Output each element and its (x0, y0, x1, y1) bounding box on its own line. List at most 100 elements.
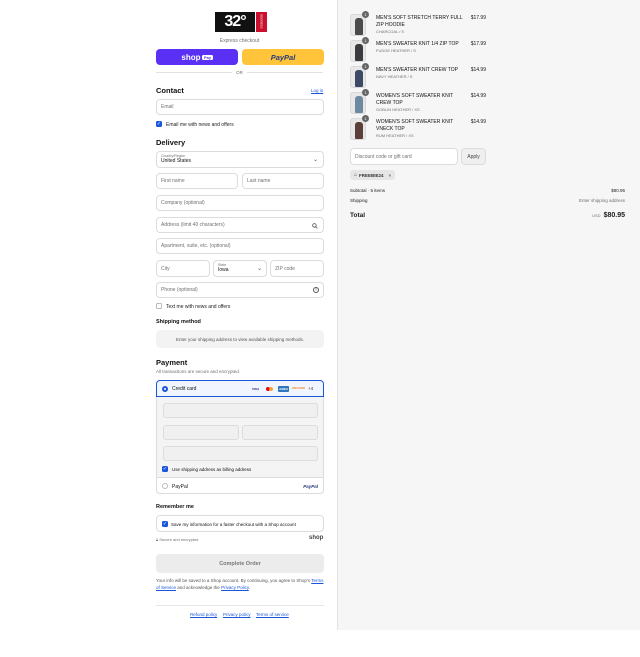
zip-placeholder: ZIP code (275, 265, 295, 272)
discount-code-field[interactable]: Discount code or gift card (350, 148, 458, 165)
shipping-method-info: Enter your shipping address to view avai… (156, 330, 324, 348)
product-name: WOMEN'S SOFT SWEATER KNIT CREW TOP (376, 93, 454, 106)
quantity-badge: 1 (362, 37, 369, 44)
apartment-field[interactable]: Apartment, suite, etc. (optional) (156, 238, 324, 254)
paypal-option-label: PayPal (172, 484, 188, 490)
or-label: OR (236, 70, 243, 75)
company-field[interactable]: Company (optional) (156, 195, 324, 211)
product-variant: GOBLIN HEATHER / XS (376, 107, 420, 112)
delivery-heading: Delivery (156, 138, 186, 147)
card-form-area: ✓ Use shipping address as billing addres… (156, 397, 324, 477)
subtotal-value: $80.95 (611, 188, 625, 193)
close-icon[interactable]: × (389, 173, 392, 178)
privacy-policy-link[interactable]: Privacy Policy (221, 585, 249, 590)
credit-card-radio[interactable] (162, 386, 168, 392)
apartment-placeholder: Apartment, suite, etc. (optional) (161, 243, 231, 249)
refund-policy-link[interactable]: Refund policy (190, 612, 217, 617)
product-price: $14.99 (470, 93, 486, 99)
footer-privacy-policy-link[interactable]: Privacy policy (223, 612, 251, 617)
total-amount: USD $80.95 (592, 212, 625, 219)
footer-divider (156, 605, 324, 606)
amex-icon: AMEX (278, 386, 289, 392)
express-checkout-label: Express checkout (219, 38, 260, 44)
payment-heading: Payment (156, 358, 188, 367)
product-variant: CHARCOAL / S (376, 29, 405, 34)
product-price: $17.99 (470, 15, 486, 21)
discover-icon: DISCOVER (292, 387, 306, 390)
disclaimer-text: Your info will be saved to a Shop accoun… (156, 578, 324, 590)
discount-tag-code: FREEBIE24 (359, 172, 384, 178)
card-expiry-field[interactable] (163, 425, 239, 440)
log-in-link[interactable]: Log in (311, 88, 323, 93)
text-news-checkbox[interactable] (156, 303, 162, 309)
tag-icon: ⌂ (354, 172, 358, 178)
shipping-method-heading: Shipping method (156, 319, 201, 325)
more-cards-label: +4 (308, 386, 314, 391)
order-summary-panel: 1 MEN'S SOFT STRETCH TERRY FULL ZIP HOODI… (337, 0, 640, 630)
discount-tag: ⌂ FREEBIE24 × (350, 170, 396, 180)
product-variant: FUDGE HEATHER / S (376, 48, 416, 53)
zip-field[interactable]: ZIP code (270, 260, 324, 277)
visa-icon: VISA (251, 387, 259, 391)
product-name: MEN'S SOFT STRETCH TERRY FULL ZIP HOODIE (376, 15, 463, 28)
first-name-placeholder: First name (161, 178, 185, 184)
address-placeholder: Address (limit 40 characters) (161, 222, 225, 228)
shop-logo-icon: shop (309, 535, 324, 541)
shop-pay-label: shop (181, 52, 201, 62)
total-label: Total (350, 212, 366, 219)
quantity-badge: 1 (362, 89, 369, 96)
company-placeholder: Company (optional) (161, 200, 205, 206)
product-price: $14.99 (470, 119, 486, 125)
paypal-radio[interactable] (162, 483, 168, 489)
billing-address-checkbox[interactable]: ✓ (162, 466, 168, 472)
product-name: MEN'S SWEATER KNIT CREW TOP (376, 67, 458, 73)
email-placeholder: Email (161, 104, 174, 110)
credit-card-option[interactable]: Credit card VISA AMEX DISCOVER +4 (156, 380, 324, 397)
first-name-field[interactable]: First name (156, 173, 238, 189)
card-number-field[interactable] (163, 403, 318, 418)
product-variant: RUM HEATHER / XS (376, 133, 414, 138)
terms-of-service-footer-link[interactable]: Terms of service (256, 612, 289, 617)
brand-logo[interactable]: 32° DEGREES (215, 12, 267, 32)
phone-field[interactable]: Phone (optional) ? (156, 282, 324, 298)
currency-code: USD (592, 213, 601, 218)
product-price: $17.99 (470, 41, 486, 47)
email-news-label: Email me with news and offers (166, 122, 234, 128)
help-icon[interactable]: ? (313, 287, 319, 293)
remember-me-checkbox[interactable]: ✓ (162, 521, 168, 527)
product-variant: NAVY HEATHER / S (376, 74, 413, 79)
apply-discount-button[interactable]: Apply (461, 148, 486, 165)
paypal-logo-icon: PayPal (303, 484, 318, 489)
shop-pay-button[interactable]: shop Pay (156, 49, 238, 65)
paypal-button[interactable]: PayPal (242, 49, 324, 65)
payment-subtitle: All transactions are secure and encrypte… (156, 369, 241, 374)
discount-placeholder: Discount code or gift card (355, 153, 412, 160)
country-select[interactable]: Country/Region United States ⌄ (156, 151, 324, 168)
remember-me-label: Save my information for a faster checkou… (171, 522, 296, 527)
state-select[interactable]: State Iowa ⌄ (213, 260, 267, 277)
credit-card-label: Credit card (172, 386, 197, 392)
paypal-option[interactable]: PayPal PayPal (156, 477, 324, 494)
email-field[interactable]: Email (156, 99, 324, 115)
card-cvv-field[interactable] (242, 425, 318, 440)
address-field[interactable]: Address (limit 40 characters) (156, 217, 324, 233)
city-field[interactable]: City (156, 260, 210, 277)
quantity-badge: 1 (362, 63, 369, 70)
search-icon (312, 223, 318, 229)
city-placeholder: City (161, 265, 170, 272)
phone-placeholder: Phone (optional) (161, 287, 198, 293)
email-news-checkbox[interactable]: ✓ (156, 121, 162, 127)
mastercard-icon (264, 386, 275, 392)
chevron-down-icon: ⌄ (312, 157, 318, 163)
last-name-field[interactable]: Last name (242, 173, 324, 189)
remember-me-box: ✓ Save my information for a faster check… (156, 515, 324, 532)
secure-note: 🔒︎ Secure and encrypted (156, 537, 199, 542)
contact-heading: Contact (156, 86, 184, 95)
total-value: $80.95 (603, 212, 625, 219)
remember-me-heading: Remember me (156, 504, 194, 510)
card-name-field[interactable] (163, 446, 318, 461)
chevron-down-icon: ⌄ (256, 266, 262, 272)
shipping-label: Shipping (350, 198, 368, 203)
checkout-form-panel: 32° DEGREES Express checkout shop Pay Pa… (0, 0, 337, 630)
complete-order-button[interactable]: Complete Order (156, 554, 324, 573)
